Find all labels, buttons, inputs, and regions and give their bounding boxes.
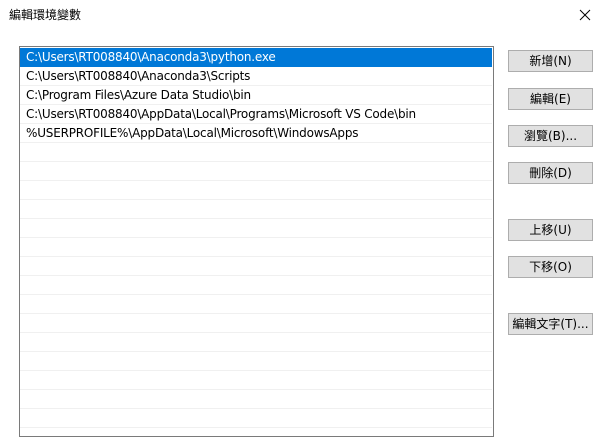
empty-row[interactable]	[20, 314, 492, 333]
empty-row[interactable]	[20, 238, 492, 257]
move-up-button[interactable]: 上移(U)	[508, 219, 593, 241]
empty-row[interactable]	[20, 333, 492, 352]
empty-row[interactable]	[20, 409, 492, 428]
browse-button[interactable]: 瀏覽(B)...	[508, 125, 593, 147]
list-item[interactable]: C:\Program Files\Azure Data Studio\bin	[20, 86, 492, 105]
empty-row[interactable]	[20, 162, 492, 181]
move-down-button[interactable]: 下移(O)	[508, 256, 593, 278]
empty-row[interactable]	[20, 371, 492, 390]
list-item[interactable]: %USERPROFILE%\AppData\Local\Microsoft\Wi…	[20, 124, 492, 143]
list-item[interactable]: C:\Users\RT008840\Anaconda3\python.exe	[20, 48, 492, 67]
close-button[interactable]	[574, 4, 596, 26]
list-item-text: C:\Users\RT008840\Anaconda3\Scripts	[26, 69, 251, 83]
list-item-text: C:\Users\RT008840\Anaconda3\python.exe	[26, 50, 276, 64]
title-bar: 編輯環境變數	[0, 0, 602, 30]
list-item[interactable]: C:\Users\RT008840\AppData\Local\Programs…	[20, 105, 492, 124]
empty-row[interactable]	[20, 295, 492, 314]
empty-row[interactable]	[20, 181, 492, 200]
list-item-text: C:\Program Files\Azure Data Studio\bin	[26, 88, 251, 102]
empty-row[interactable]	[20, 257, 492, 276]
empty-row[interactable]	[20, 143, 492, 162]
empty-row[interactable]	[20, 200, 492, 219]
window-title: 編輯環境變數	[9, 8, 82, 22]
list-item[interactable]: C:\Users\RT008840\Anaconda3\Scripts	[20, 67, 492, 86]
empty-row[interactable]	[20, 352, 492, 371]
empty-row[interactable]	[20, 276, 492, 295]
list-item-text: %USERPROFILE%\AppData\Local\Microsoft\Wi…	[26, 126, 359, 140]
path-list[interactable]: C:\Users\RT008840\Anaconda3\python.exe C…	[19, 46, 494, 437]
close-icon	[579, 9, 591, 21]
empty-row[interactable]	[20, 390, 492, 409]
edit-text-button[interactable]: 編輯文字(T)...	[508, 313, 593, 335]
delete-button[interactable]: 刪除(D)	[508, 162, 593, 184]
edit-button[interactable]: 編輯(E)	[508, 88, 593, 110]
empty-row[interactable]	[20, 219, 492, 238]
new-button[interactable]: 新增(N)	[508, 50, 593, 72]
list-item-text: C:\Users\RT008840\AppData\Local\Programs…	[26, 107, 416, 121]
